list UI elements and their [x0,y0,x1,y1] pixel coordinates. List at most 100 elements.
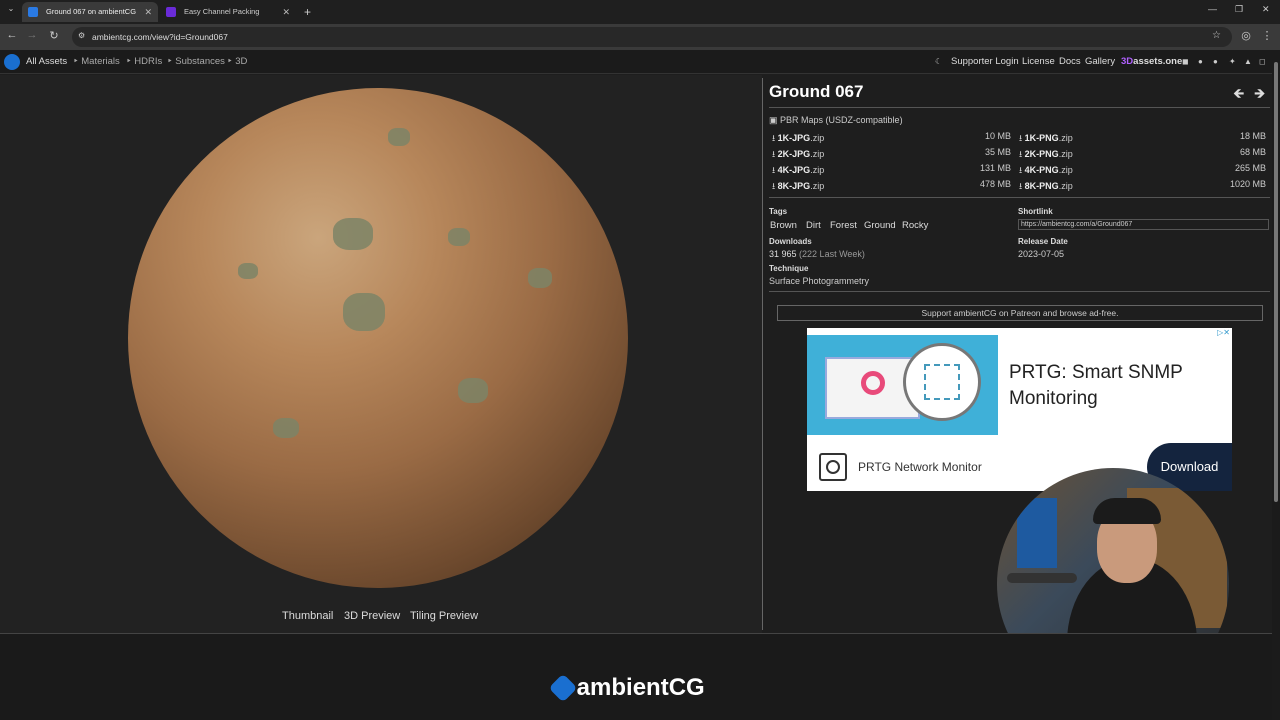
tab-easy-channel-packing[interactable]: Easy Channel Packing ✕ [160,2,296,22]
tiling-preview-link[interactable]: Tiling Preview [410,610,478,622]
bookmark-star-icon[interactable]: ☆ [1212,30,1221,41]
nav-substances-label: Substances [175,56,225,67]
pbr-maps-heading-label: PBR Maps (USDZ-compatible) [780,115,903,125]
download-link[interactable]: ⭳ 8K-JPG.zip [772,179,824,195]
download-link[interactable]: ⭳ 2K-PNG.zip [1019,147,1073,163]
rock-texture [388,128,410,146]
mastodon-icon[interactable]: ● [1213,57,1218,66]
browser-tab-bar: ⌄ Ground 067 on ambientCG ✕ Easy Channel… [0,0,1280,24]
download-name: 1K-PNG [1024,133,1059,143]
download-size: 265 MB [1234,163,1266,173]
close-tab-icon[interactable]: ✕ [282,2,290,22]
tag-brown[interactable]: Brown [770,220,797,231]
tab-list-icon[interactable]: ⌄ [3,4,19,13]
nav-gallery[interactable]: Gallery [1085,56,1115,67]
new-tab-button[interactable]: + [296,2,311,22]
next-asset-icon[interactable]: 🡺 [1254,83,1265,107]
artstation-icon[interactable]: ▲ [1244,57,1252,66]
download-ext: .zip [810,133,825,143]
previous-asset-icon[interactable]: 🡸 [1233,83,1244,107]
divider [769,197,1270,198]
menu-icon[interactable]: ⋮ [1259,29,1275,42]
download-name: 1K-JPG [777,133,811,143]
download-ext: .zip [1058,133,1073,143]
rock-texture [528,268,552,288]
download-icon: ⭳ [1019,133,1023,143]
tab-ground067[interactable]: Ground 067 on ambientCG ✕ [22,2,158,22]
patreon-support-link[interactable]: Support ambientCG on Patreon and browse … [777,305,1263,321]
monitor-background [1017,498,1057,568]
download-link[interactable]: ⭳ 8K-PNG.zip [1019,179,1073,195]
nav-hdris[interactable]: ‣ HDRIs [126,56,162,67]
ad-image [807,335,998,435]
close-window-icon[interactable]: ✕ [1262,4,1270,15]
dark-mode-icon[interactable]: ☾ [935,57,942,66]
download-size: 18 MB [1239,131,1266,141]
pbr-maps-heading: ▣ PBR Maps (USDZ-compatible) [769,115,903,126]
back-icon[interactable]: ← [4,29,20,41]
downloads-count: 31 965 [769,249,797,259]
tab-label: Easy Channel Packing [184,7,260,16]
release-date-value: 2023-07-05 [1018,249,1065,259]
shortlink-label: Shortlink [1018,207,1053,216]
divider [769,107,1270,108]
tab-favicon-icon [166,7,176,17]
material-preview-sphere[interactable] [128,88,628,588]
profile-icon[interactable]: ◎ [1238,29,1254,42]
ambientcg-logo-icon[interactable] [4,54,20,70]
reload-icon[interactable]: ↻ [46,29,62,42]
download-link[interactable]: ⭳ 2K-JPG.zip [772,147,824,163]
download-link[interactable]: ⭳ 4K-PNG.zip [1019,163,1073,179]
download-name: 2K-PNG [1024,149,1059,159]
download-icon: ⭳ [772,181,776,191]
download-size: 10 MB [984,131,1011,141]
download-link[interactable]: ⭳ 4K-JPG.zip [772,163,824,179]
nav-all-assets[interactable]: All Assets [26,56,67,67]
presenter-cap [1093,498,1161,524]
nav-3dassets[interactable]: 3Dassets.one [1121,56,1182,67]
discord-icon[interactable]: ● [1198,57,1203,66]
tag-ground[interactable]: Ground [864,220,896,231]
tag-forest[interactable]: Forest [830,220,857,231]
microphone-arm [1007,573,1077,583]
tag-rocky[interactable]: Rocky [902,220,928,231]
minimize-icon[interactable]: — [1208,4,1217,14]
scrollbar-thumb[interactable] [1274,62,1278,502]
nav-hdris-label: HDRIs [134,56,163,67]
site-info-icon[interactable]: ⚙ [78,31,85,40]
forward-icon[interactable]: → [24,29,40,41]
download-ext: .zip [810,149,825,159]
footer-logo-text[interactable]: ambientCG [550,674,705,702]
download-ext: .zip [1058,165,1073,175]
asset-title: Ground 067 [769,82,864,101]
download-ext: .zip [1058,181,1073,191]
download-link[interactable]: ⭳ 1K-PNG.zip [1019,131,1073,147]
patreon-icon[interactable]: ◼ [1182,57,1189,66]
nav-materials[interactable]: ‣ Materials [73,56,120,67]
nav-substances[interactable]: ‣ Substances [167,56,225,67]
tab-label: Ground 067 on ambientCG [46,7,137,16]
3d-preview-link[interactable]: 3D Preview [344,610,400,622]
nav-supporter-login[interactable]: Supporter Login [951,56,1019,67]
download-icon: ⭳ [1019,181,1023,191]
nav-3d[interactable]: ‣ 3D [227,56,247,67]
nav-docs[interactable]: Docs [1059,56,1081,67]
thumbnail-link[interactable]: Thumbnail [282,610,333,622]
advertisement[interactable]: PRTG: Smart SNMP Monitoring PRTG Network… [807,328,1232,491]
download-link[interactable]: ⭳ 1K-JPG.zip [772,131,824,147]
ad-brand: PRTG Network Monitor [858,460,982,474]
ad-choices-icon[interactable]: ▷✕ [1217,328,1230,337]
restore-icon[interactable]: ❐ [1235,4,1243,15]
download-ext: .zip [810,181,825,191]
close-tab-icon[interactable]: ✕ [144,2,152,22]
downloads-value: 31 965 (222 Last Week) [769,249,865,259]
package-icon: ▣ [769,115,778,125]
url-input[interactable]: ⚙ ambientcg.com/view?id=Ground067 ☆ [72,27,1232,47]
technique-label: Technique [769,264,809,273]
nav-license[interactable]: License [1022,56,1055,67]
shortlink-field[interactable]: https://ambientcg.com/a/Ground067 [1018,219,1269,230]
instagram-icon[interactable]: ◻ [1259,57,1266,66]
bluesky-icon[interactable]: ✦ [1229,57,1236,66]
download-name: 8K-PNG [1024,181,1059,191]
tag-dirt[interactable]: Dirt [806,220,821,231]
